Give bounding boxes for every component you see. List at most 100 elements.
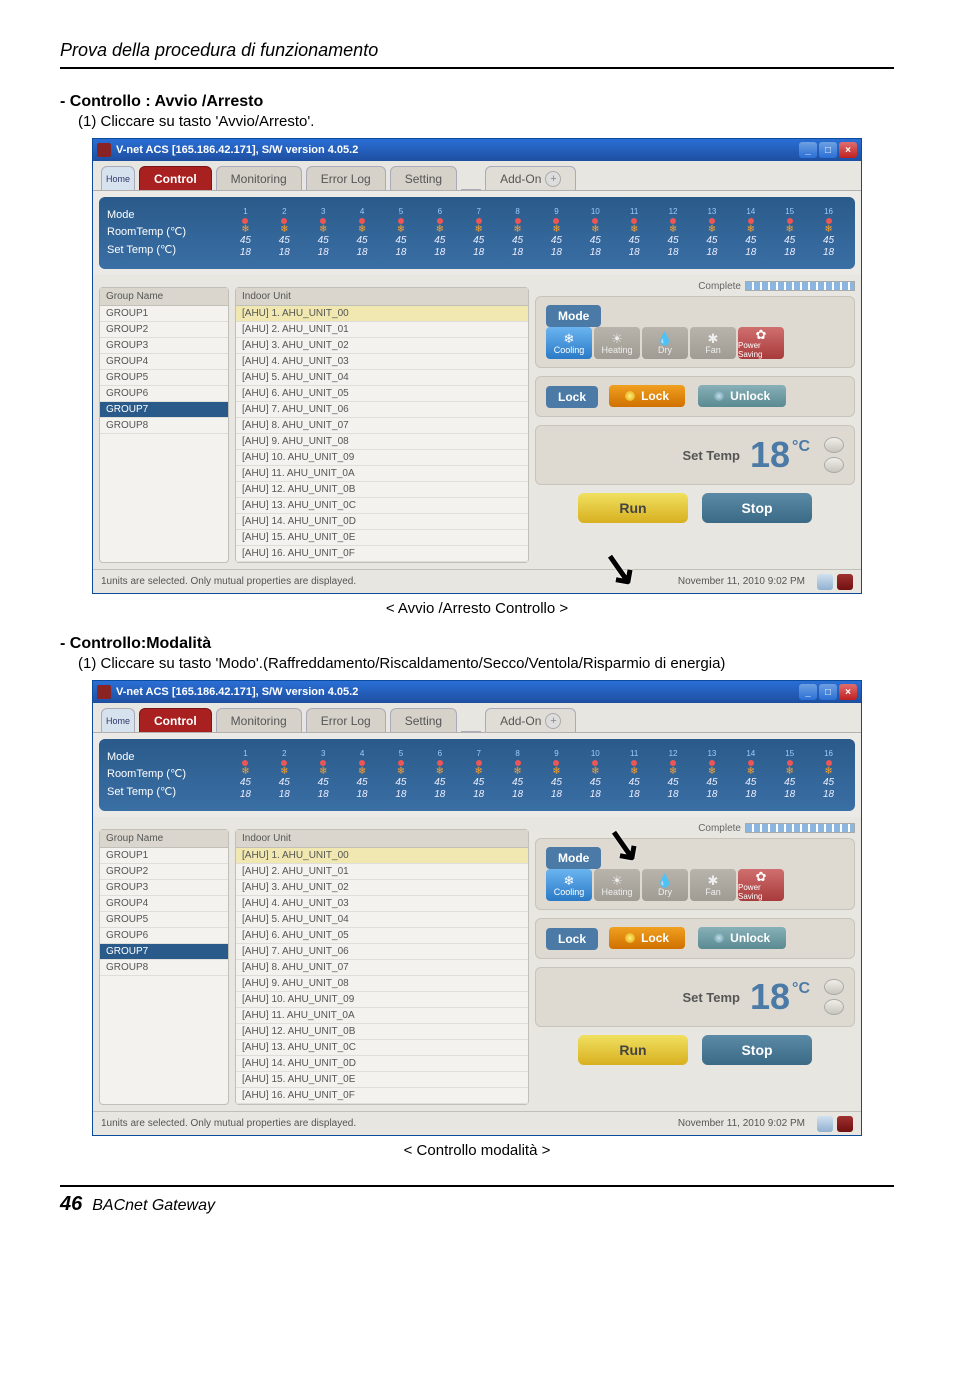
- unit-row[interactable]: [AHU] 13. AHU_UNIT_0C: [236, 498, 528, 514]
- mode-power-button[interactable]: ✿Power Saving: [738, 869, 784, 901]
- mode-fan-button[interactable]: ✱Fan: [690, 327, 736, 359]
- unit-row[interactable]: [AHU] 14. AHU_UNIT_0D: [236, 1056, 528, 1072]
- unit-row[interactable]: [AHU] 14. AHU_UNIT_0D: [236, 514, 528, 530]
- group-row[interactable]: GROUP7: [100, 944, 228, 960]
- unit-row[interactable]: [AHU] 4. AHU_UNIT_03: [236, 354, 528, 370]
- tab-addon[interactable]: Add-On +: [485, 708, 576, 732]
- plus-icon[interactable]: +: [545, 713, 561, 729]
- unlock-button[interactable]: Unlock: [698, 927, 786, 949]
- tab-monitoring[interactable]: Monitoring: [216, 708, 302, 732]
- lock-button[interactable]: Lock: [609, 385, 685, 407]
- unit-row[interactable]: [AHU] 2. AHU_UNIT_01: [236, 322, 528, 338]
- group-row[interactable]: GROUP4: [100, 354, 228, 370]
- mode-heating-button[interactable]: ☀Heating: [594, 869, 640, 901]
- mode-power-button[interactable]: ✿Power Saving: [738, 327, 784, 359]
- temp-down-button[interactable]: [824, 999, 844, 1015]
- settemp-card: Set Temp 18°C: [535, 425, 855, 485]
- unit-column: 10❄4518: [577, 749, 614, 801]
- unit-row[interactable]: [AHU] 1. AHU_UNIT_00: [236, 848, 528, 864]
- tab-control[interactable]: Control: [139, 166, 212, 190]
- unit-row[interactable]: [AHU] 10. AHU_UNIT_09: [236, 450, 528, 466]
- unit-row[interactable]: [AHU] 9. AHU_UNIT_08: [236, 434, 528, 450]
- unit-row[interactable]: [AHU] 3. AHU_UNIT_02: [236, 880, 528, 896]
- progress-bar: [745, 281, 855, 291]
- unit-row[interactable]: [AHU] 1. AHU_UNIT_00: [236, 306, 528, 322]
- tab-home[interactable]: Home: [101, 708, 135, 732]
- minimize-button[interactable]: _: [799, 142, 817, 158]
- unit-row[interactable]: [AHU] 16. AHU_UNIT_0F: [236, 1088, 528, 1104]
- unlock-button[interactable]: Unlock: [698, 385, 786, 407]
- group-row[interactable]: GROUP5: [100, 370, 228, 386]
- group-row[interactable]: GROUP8: [100, 960, 228, 976]
- run-button[interactable]: Run: [578, 493, 688, 523]
- close-button[interactable]: ×: [839, 142, 857, 158]
- temp-down-button[interactable]: [824, 457, 844, 473]
- mode-heating-button[interactable]: ☀Heating: [594, 327, 640, 359]
- unit-row[interactable]: [AHU] 3. AHU_UNIT_02: [236, 338, 528, 354]
- stop-button[interactable]: Stop: [702, 493, 812, 523]
- lock-button[interactable]: Lock: [609, 927, 685, 949]
- group-row[interactable]: GROUP8: [100, 418, 228, 434]
- unit-row[interactable]: [AHU] 7. AHU_UNIT_06: [236, 402, 528, 418]
- tab-addon[interactable]: Add-On +: [485, 166, 576, 190]
- mode-dry-button[interactable]: 💧Dry: [642, 869, 688, 901]
- unit-row[interactable]: [AHU] 8. AHU_UNIT_07: [236, 418, 528, 434]
- tab-control[interactable]: Control: [139, 708, 212, 732]
- maximize-button[interactable]: □: [819, 684, 837, 700]
- unit-row[interactable]: [AHU] 5. AHU_UNIT_04: [236, 370, 528, 386]
- lock-led-icon: [625, 933, 635, 943]
- mode-cooling-button[interactable]: ❄Cooling: [546, 869, 592, 901]
- tab-monitoring[interactable]: Monitoring: [216, 166, 302, 190]
- temp-up-button[interactable]: [824, 437, 844, 453]
- minimize-button[interactable]: _: [799, 684, 817, 700]
- group-row[interactable]: GROUP1: [100, 848, 228, 864]
- unit-row[interactable]: [AHU] 11. AHU_UNIT_0A: [236, 1008, 528, 1024]
- tab-home[interactable]: Home: [101, 166, 135, 190]
- app-window-1: V-net ACS [165.186.42.171], S/W version …: [92, 138, 862, 594]
- run-button[interactable]: Run: [578, 1035, 688, 1065]
- unit-row[interactable]: [AHU] 5. AHU_UNIT_04: [236, 912, 528, 928]
- unit-row[interactable]: [AHU] 6. AHU_UNIT_05: [236, 928, 528, 944]
- unit-column: 3❄4518: [305, 207, 342, 259]
- mode-dry-button[interactable]: 💧Dry: [642, 327, 688, 359]
- status-icon-1: [817, 1116, 833, 1132]
- unit-row[interactable]: [AHU] 15. AHU_UNIT_0E: [236, 1072, 528, 1088]
- group-row[interactable]: GROUP6: [100, 928, 228, 944]
- tab-setting[interactable]: Setting: [390, 708, 457, 732]
- unit-row[interactable]: [AHU] 7. AHU_UNIT_06: [236, 944, 528, 960]
- maximize-button[interactable]: □: [819, 142, 837, 158]
- unit-row[interactable]: [AHU] 8. AHU_UNIT_07: [236, 960, 528, 976]
- close-button[interactable]: ×: [839, 684, 857, 700]
- unit-row[interactable]: [AHU] 12. AHU_UNIT_0B: [236, 482, 528, 498]
- unit-column: 16❄4518: [810, 749, 847, 801]
- group-row[interactable]: GROUP3: [100, 880, 228, 896]
- group-row[interactable]: GROUP2: [100, 322, 228, 338]
- unit-column: 12❄4518: [655, 207, 692, 259]
- unit-row[interactable]: [AHU] 12. AHU_UNIT_0B: [236, 1024, 528, 1040]
- unit-row[interactable]: [AHU] 6. AHU_UNIT_05: [236, 386, 528, 402]
- group-row[interactable]: GROUP3: [100, 338, 228, 354]
- tab-errorlog[interactable]: Error Log: [306, 166, 386, 190]
- group-row[interactable]: GROUP6: [100, 386, 228, 402]
- unit-row[interactable]: [AHU] 4. AHU_UNIT_03: [236, 896, 528, 912]
- unit-row[interactable]: [AHU] 16. AHU_UNIT_0F: [236, 546, 528, 562]
- group-row[interactable]: GROUP2: [100, 864, 228, 880]
- group-row[interactable]: GROUP5: [100, 912, 228, 928]
- group-row[interactable]: GROUP1: [100, 306, 228, 322]
- header-strip: Mode RoomTemp (℃) Set Temp (℃) 1❄45182❄4…: [99, 739, 855, 811]
- unit-row[interactable]: [AHU] 9. AHU_UNIT_08: [236, 976, 528, 992]
- unit-row[interactable]: [AHU] 10. AHU_UNIT_09: [236, 992, 528, 1008]
- tab-errorlog[interactable]: Error Log: [306, 708, 386, 732]
- mode-fan-button[interactable]: ✱Fan: [690, 869, 736, 901]
- plus-icon[interactable]: +: [545, 171, 561, 187]
- unit-row[interactable]: [AHU] 15. AHU_UNIT_0E: [236, 530, 528, 546]
- group-row[interactable]: GROUP4: [100, 896, 228, 912]
- tab-setting[interactable]: Setting: [390, 166, 457, 190]
- mode-cooling-button[interactable]: ❄Cooling: [546, 327, 592, 359]
- unit-row[interactable]: [AHU] 2. AHU_UNIT_01: [236, 864, 528, 880]
- temp-up-button[interactable]: [824, 979, 844, 995]
- unit-row[interactable]: [AHU] 11. AHU_UNIT_0A: [236, 466, 528, 482]
- group-row[interactable]: GROUP7: [100, 402, 228, 418]
- stop-button[interactable]: Stop: [702, 1035, 812, 1065]
- unit-row[interactable]: [AHU] 13. AHU_UNIT_0C: [236, 1040, 528, 1056]
